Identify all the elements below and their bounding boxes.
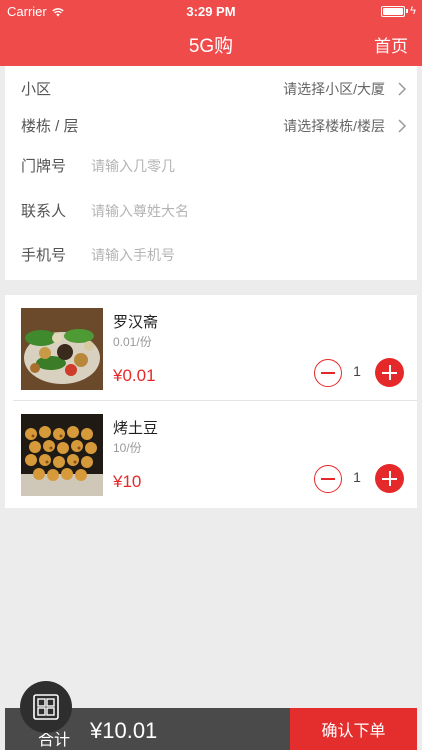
community-label: 小区 <box>21 81 52 98</box>
address-form: 小区 请选择小区/大厦 楼栋 / 层 请选择楼栋/楼层 门牌号 联系人 手机号 <box>5 66 417 280</box>
building-label: 楼栋 / 层 <box>21 118 79 135</box>
building-row[interactable]: 楼栋 / 层 请选择楼栋/楼层 <box>5 103 417 148</box>
contact-row: 联系人 <box>5 188 417 233</box>
product-name: 烤土豆 <box>113 420 159 437</box>
app-screen: Carrier 3:29 PM ϟ 5G购 首页 小区 请选择小区/大厦 楼栋 … <box>0 0 422 750</box>
battery-icon: ϟ <box>381 5 416 17</box>
product-item: 罗汉斋 0.01/份 ¥0.01 1 <box>5 295 417 401</box>
phone-label: 手机号 <box>21 247 67 264</box>
product-item: 烤土豆 10/份 ¥10 1 <box>5 401 417 507</box>
increase-quantity-button[interactable] <box>375 358 404 387</box>
total-amount: ¥10.01 <box>90 718 158 743</box>
building-select[interactable]: 请选择楼栋/楼层 <box>283 116 385 136</box>
door-number-input[interactable] <box>91 150 391 181</box>
header: Carrier 3:29 PM ϟ 5G购 首页 <box>0 0 422 66</box>
phone-input[interactable] <box>91 239 391 270</box>
chevron-right-icon <box>398 81 407 96</box>
door-row: 门牌号 <box>5 143 417 188</box>
product-unit-price: 10/份 <box>113 441 142 455</box>
product-name: 罗汉斋 <box>113 314 159 331</box>
status-time: 3:29 PM <box>186 4 236 19</box>
contact-label: 联系人 <box>21 203 67 220</box>
quantity-value: 1 <box>353 363 361 379</box>
product-image <box>21 308 103 390</box>
charging-icon: ϟ <box>410 5 416 17</box>
decrease-quantity-button[interactable] <box>314 465 342 493</box>
product-price: ¥10 <box>113 472 142 491</box>
product-price: ¥0.01 <box>113 366 156 385</box>
product-list: 罗汉斋 0.01/份 ¥0.01 1 烤土豆 10/份 ¥10 1 <box>5 295 417 508</box>
chevron-right-icon <box>398 118 407 133</box>
cart-grid-icon <box>33 694 59 720</box>
quantity-value: 1 <box>353 469 361 485</box>
decrease-quantity-button[interactable] <box>314 359 342 387</box>
increase-quantity-button[interactable] <box>375 464 404 493</box>
community-select[interactable]: 请选择小区/大厦 <box>283 79 385 99</box>
phone-row: 手机号 <box>5 232 417 277</box>
product-unit-price: 0.01/份 <box>113 335 152 349</box>
cart-button[interactable] <box>20 681 72 733</box>
confirm-order-button[interactable]: 确认下单 <box>290 708 417 750</box>
product-image <box>21 414 103 496</box>
page-title: 5G购 <box>188 36 234 57</box>
status-bar: Carrier 3:29 PM ϟ <box>0 0 422 22</box>
home-link[interactable]: 首页 <box>374 32 408 57</box>
door-label: 门牌号 <box>21 158 67 175</box>
contact-name-input[interactable] <box>91 195 391 226</box>
